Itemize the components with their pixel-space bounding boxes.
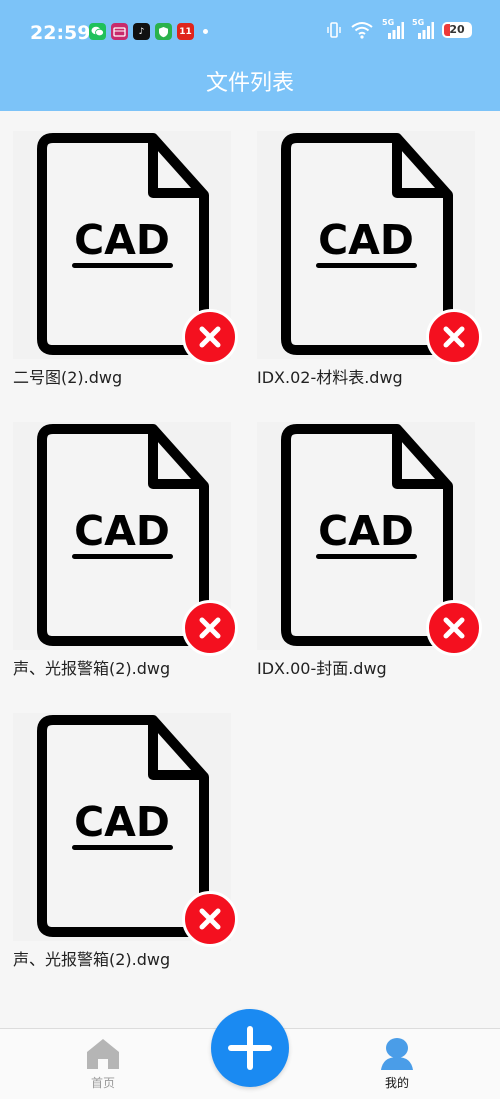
close-icon (199, 326, 221, 348)
signal-bars-icon (388, 22, 404, 39)
status-app-icons: ♪ 11 (89, 23, 208, 40)
delete-file-button[interactable] (182, 309, 238, 365)
signal-1: 5G (382, 18, 404, 39)
tab-home-label: 首页 (90, 1076, 115, 1090)
status-time: 22:59 (30, 22, 91, 44)
file-name: 声、光报警箱(2).dwg (13, 659, 171, 678)
page-title: 文件列表 (205, 71, 294, 96)
wechat-icon (89, 23, 106, 40)
cad-badge-label: CAD (74, 798, 170, 846)
signal-bars-icon (418, 22, 434, 39)
close-icon (443, 326, 465, 348)
app-header: 22:59 ♪ 11 5G 5G 20 文件列表 (0, 0, 500, 111)
taobao-11-icon: 11 (177, 23, 194, 40)
file-name: IDX.02-材料表.dwg (257, 368, 403, 387)
notification-dot (203, 29, 208, 34)
calendar-app-icon (111, 23, 128, 40)
status-right: 5G 5G 20 (326, 18, 472, 39)
delete-file-button[interactable] (182, 891, 238, 947)
close-icon (199, 617, 221, 639)
file-name: 声、光报警箱(2).dwg (13, 950, 171, 969)
user-icon (381, 1038, 413, 1070)
cad-badge-label: CAD (318, 507, 414, 555)
battery-icon: 20 (442, 22, 472, 38)
file-name: 二号图(2).dwg (13, 368, 123, 387)
cad-badge-label: CAD (74, 507, 170, 555)
cad-badge-label: CAD (74, 216, 170, 264)
status-bar: 22:59 ♪ 11 5G 5G 20 (0, 0, 500, 60)
battery-percent: 20 (449, 23, 465, 36)
delete-file-button[interactable] (426, 309, 482, 365)
tab-mine-label: 我的 (384, 1076, 409, 1090)
tab-mine[interactable]: 我的 (347, 1029, 447, 1099)
tiktok-icon: ♪ (133, 23, 150, 40)
add-file-button[interactable] (211, 1009, 289, 1087)
close-icon (199, 908, 221, 930)
tab-home[interactable]: 首页 (53, 1029, 153, 1099)
signal-2: 5G (412, 18, 434, 39)
shield-app-icon (155, 23, 172, 40)
delete-file-button[interactable] (182, 600, 238, 656)
delete-file-button[interactable] (426, 600, 482, 656)
home-icon (87, 1039, 119, 1069)
wifi-icon (351, 22, 373, 39)
file-name: IDX.00-封面.dwg (257, 659, 387, 678)
plus-icon (228, 1026, 272, 1070)
cad-badge-label: CAD (318, 216, 414, 264)
vibrate-icon (327, 22, 341, 38)
close-icon (443, 617, 465, 639)
